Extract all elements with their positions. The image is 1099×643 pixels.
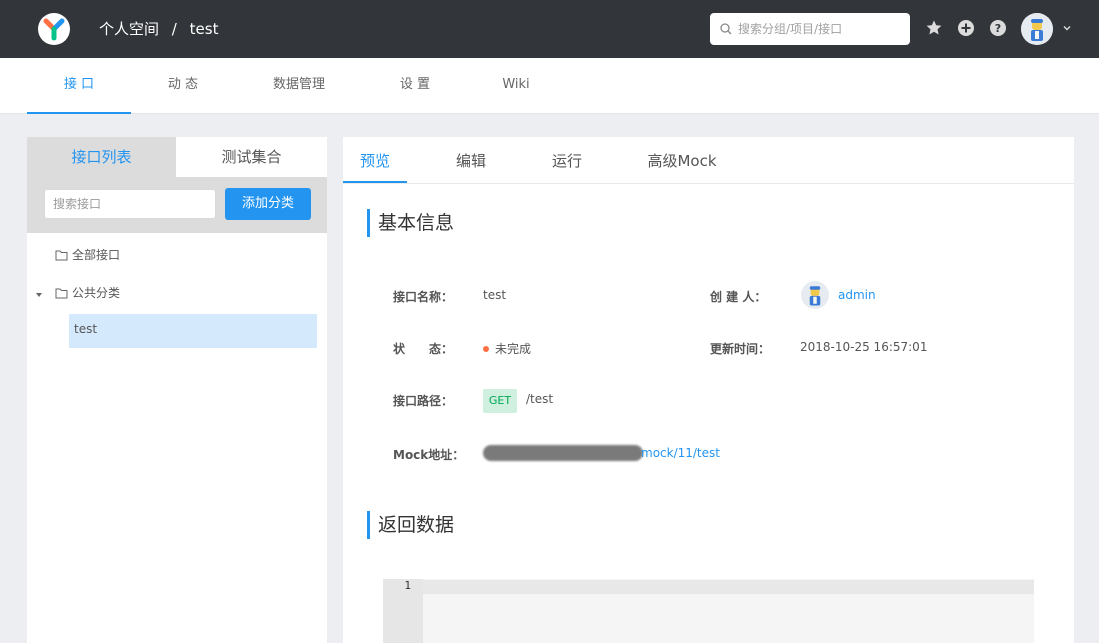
folder-open-icon [55, 288, 68, 299]
user-avatar[interactable] [1021, 13, 1053, 45]
tree-item-label: test [74, 322, 98, 336]
tab-wiki[interactable]: Wiki [486, 58, 546, 114]
global-search[interactable] [710, 13, 910, 45]
tab-data-management[interactable]: 数据管理 [255, 58, 343, 114]
interface-search-input[interactable] [44, 189, 216, 219]
status-value: 未完成 [483, 340, 531, 357]
interface-path-value: /test [526, 392, 554, 406]
breadcrumb: 个人空间 / test [99, 18, 218, 39]
breadcrumb-project[interactable]: test [190, 20, 219, 38]
updated-time-label: 更新时间： [710, 342, 771, 356]
tab-interface[interactable]: 接 口 [27, 58, 131, 114]
creator-label: 创 建 人： [710, 290, 767, 304]
tree-item-label: 全部接口 [72, 248, 121, 262]
creator-avatar[interactable] [801, 281, 829, 309]
interface-detail: 预览 编辑 运行 高级Mock 基本信息 接口名称： test 创 建 人： a… [343, 137, 1074, 643]
global-search-input[interactable] [738, 19, 904, 39]
caret-down-icon[interactable] [35, 291, 43, 299]
breadcrumb-separator: / [171, 20, 177, 38]
tab-settings[interactable]: 设 置 [380, 58, 450, 114]
section-basic-info: 基本信息 [367, 209, 454, 237]
updated-time-value: 2018-10-25 16:57:01 [800, 340, 928, 354]
mock-address-label: Mock地址： [393, 448, 465, 462]
tab-edit[interactable]: 编辑 [439, 137, 503, 183]
interface-name-value: test [483, 288, 507, 302]
tab-divider [343, 183, 1074, 184]
star-icon[interactable] [925, 19, 943, 37]
chevron-down-icon[interactable] [1062, 23, 1072, 33]
folder-icon [55, 250, 68, 261]
add-icon[interactable] [957, 19, 975, 37]
tab-advanced-mock[interactable]: 高级Mock [637, 137, 727, 183]
logo-icon [43, 18, 65, 41]
tree-item-selected[interactable]: test [69, 314, 317, 348]
svg-text:?: ? [995, 22, 1001, 35]
return-data-editor[interactable]: 1 [383, 579, 1034, 643]
project-nav: 接 口 动 态 数据管理 设 置 Wiki [0, 58, 1099, 114]
editor-gutter: 1 [383, 579, 423, 643]
status-text: 未完成 [495, 342, 532, 356]
help-icon[interactable]: ? [989, 19, 1007, 37]
redacted-mock-host [483, 445, 643, 461]
add-category-button[interactable]: 添加分类 [225, 188, 311, 220]
sidebar-tabs: 接口列表 测试集合 [27, 137, 327, 177]
tab-run[interactable]: 运行 [535, 137, 599, 183]
editor-active-line [383, 580, 1034, 594]
yapi-logo[interactable] [38, 13, 70, 45]
tree-item-all[interactable]: 全部接口 [55, 245, 120, 265]
tab-preview[interactable]: 预览 [343, 137, 407, 183]
interface-name-label: 接口名称： [393, 290, 454, 304]
status-label: 状 态： [393, 342, 454, 356]
avatar-icon [801, 281, 829, 309]
tab-test-collection[interactable]: 测试集合 [176, 137, 327, 177]
tab-interface-list[interactable]: 接口列表 [27, 137, 176, 177]
search-icon [720, 23, 732, 35]
interface-sidebar: 接口列表 测试集合 添加分类 全部接口 公共分类 test [27, 137, 327, 643]
avatar-icon [1021, 13, 1053, 45]
tab-activity[interactable]: 动 态 [145, 58, 221, 114]
tree-item-label: 公共分类 [72, 286, 121, 300]
line-number: 1 [404, 579, 411, 592]
sidebar-toolbar: 添加分类 [27, 177, 327, 233]
tree-item-category[interactable]: 公共分类 [55, 283, 120, 303]
creator-name-link[interactable]: admin [838, 288, 876, 302]
breadcrumb-space[interactable]: 个人空间 [99, 20, 159, 38]
status-dot [483, 346, 489, 352]
section-return-data: 返回数据 [367, 511, 454, 539]
interface-path-label: 接口路径： [393, 394, 454, 408]
method-badge: GET [483, 389, 517, 413]
mock-address-link[interactable]: mock/11/test [641, 446, 720, 460]
top-header: 个人空间 / test ? [0, 0, 1099, 58]
